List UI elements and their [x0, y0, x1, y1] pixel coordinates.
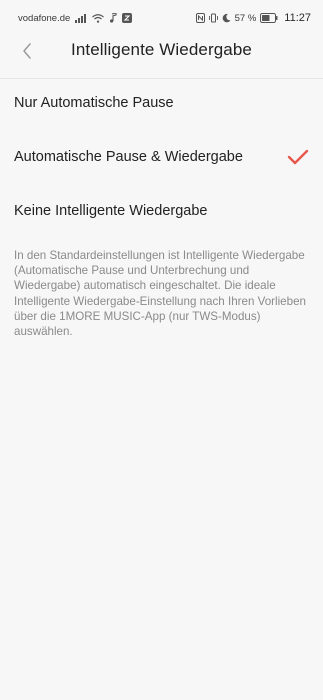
clock: 11:27 — [284, 12, 311, 24]
checkmark-icon — [287, 148, 309, 166]
app-notification-icon — [122, 13, 133, 23]
nfc-icon — [195, 13, 205, 23]
option-label: Nur Automatische Pause — [14, 95, 174, 111]
option-nur-automatische-pause[interactable]: Nur Automatische Pause — [0, 80, 323, 126]
status-left: vodafone.de — [18, 12, 133, 24]
signal-icon — [75, 13, 87, 23]
info-note: In den Standardeinstellungen ist Intelli… — [14, 249, 306, 339]
page-title: Intelligente Wiedergabe — [71, 40, 252, 59]
wifi-icon — [92, 13, 105, 23]
battery-icon — [260, 13, 278, 23]
app-header: Intelligente Wiedergabe — [0, 36, 323, 72]
music-note-icon — [109, 13, 117, 23]
option-keine-intelligente-wiedergabe[interactable]: Keine Intelligente Wiedergabe — [0, 188, 323, 234]
header-divider — [0, 78, 323, 79]
battery-percent: 57 % — [234, 12, 257, 24]
do-not-disturb-moon-icon — [222, 13, 231, 23]
status-right: 57 % 11:27 — [195, 12, 311, 24]
status-bar: vodafone.de 57 % 11:27 — [0, 0, 323, 36]
option-automatische-pause-wiedergabe[interactable]: Automatische Pause & Wiedergabe — [0, 134, 323, 180]
vibrate-icon — [208, 13, 218, 23]
option-label: Keine Intelligente Wiedergabe — [14, 203, 208, 219]
carrier-name: vodafone.de — [18, 12, 71, 24]
option-label: Automatische Pause & Wiedergabe — [14, 149, 243, 165]
